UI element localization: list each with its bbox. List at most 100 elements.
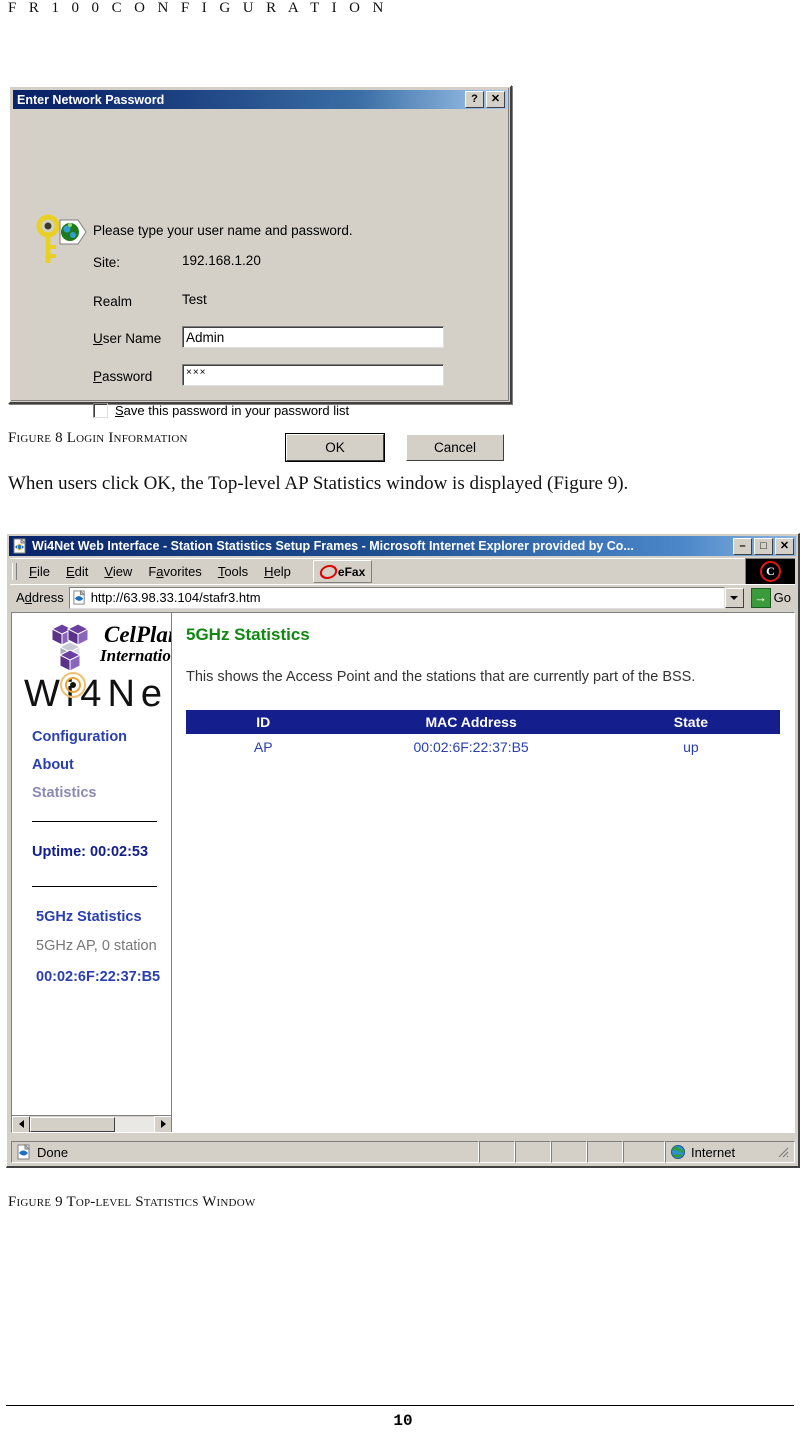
content-frame: 5GHz Statistics This shows the Access Po… xyxy=(172,613,794,1132)
dialog-title-bar: Enter Network Password ? ✕ xyxy=(13,90,507,109)
help-button[interactable]: ? xyxy=(465,91,484,108)
password-input[interactable]: ××× xyxy=(182,364,444,386)
figure-9-caption: Figure 9 Top-level Statistics Window xyxy=(8,1194,256,1210)
address-bar: Address http://63.98.33.104/stafr3.htm →… xyxy=(10,584,795,610)
brand-logo-icon: C xyxy=(760,561,781,582)
celplan-sub-wordmark: International xyxy=(100,646,171,665)
menu-item-tools[interactable]: Tools xyxy=(210,562,256,581)
efax-label: eFax xyxy=(337,564,366,579)
status-text: Done xyxy=(37,1144,69,1160)
celplan-wordmark: CelPlan xyxy=(104,622,171,647)
left-frame-scrollbar[interactable] xyxy=(12,1115,171,1132)
dialog-prompt: Please type your user name and password. xyxy=(93,223,353,238)
maximize-button[interactable]: □ xyxy=(754,537,773,555)
station-statistics-table: ID MAC Address State AP 00:02:6F:22:37:B… xyxy=(186,710,780,760)
running-head: F R 1 0 0 C O N F I G U R A T I O N xyxy=(8,0,388,16)
page-status-icon xyxy=(17,1144,31,1160)
close-icon[interactable]: ✕ xyxy=(775,537,794,555)
uptime-text: Uptime: 00:02:53 xyxy=(32,844,149,860)
sidebar-divider-2 xyxy=(32,886,157,887)
go-button[interactable]: → Go xyxy=(750,587,791,608)
chevron-right-icon xyxy=(160,1120,166,1128)
cell-state: up xyxy=(683,739,699,756)
chevron-down-icon xyxy=(730,595,739,600)
efax-button[interactable]: eFax xyxy=(312,560,373,583)
browser-title-text: Wi4Net Web Interface - Station Statistic… xyxy=(32,539,634,553)
page-favicon-icon xyxy=(73,590,86,605)
menu-item-favorites[interactable]: Favorites xyxy=(140,562,209,581)
status-pane-1 xyxy=(479,1141,515,1163)
left-nav-frame: CelPlan International Wi4Ne Configuratio… xyxy=(12,613,172,1132)
sidebar-section-heading: 5GHz Statistics xyxy=(36,909,142,925)
checkbox-box[interactable] xyxy=(93,403,108,418)
resize-grip-icon[interactable] xyxy=(776,1145,790,1159)
celplan-cube-logo-icon xyxy=(51,623,89,672)
username-input[interactable]: Admin xyxy=(182,326,444,348)
realm-value: Test xyxy=(182,292,207,307)
scroll-left-button[interactable] xyxy=(12,1115,30,1132)
menu-item-file[interactable]: File xyxy=(21,562,58,581)
status-message: Done xyxy=(11,1141,479,1163)
body-paragraph: When users click OK, the Top-level AP St… xyxy=(8,473,629,494)
security-zone[interactable]: Internet xyxy=(665,1141,795,1163)
table-header-row: ID MAC Address State xyxy=(186,710,780,735)
minimize-button[interactable]: – xyxy=(733,537,752,555)
sidebar-section-subtext: 5GHz AP, 0 station xyxy=(36,938,157,954)
save-password-checkbox[interactable]: Save this password in your password list xyxy=(93,403,349,418)
logo-area: CelPlan International Wi4Ne xyxy=(12,613,171,723)
page-number: 10 xyxy=(393,1412,413,1430)
sidebar-item-statistics[interactable]: Statistics xyxy=(32,779,171,807)
page-description: This shows the Access Point and the stat… xyxy=(186,669,696,685)
scroll-right-button[interactable] xyxy=(154,1115,171,1132)
column-header-state: State xyxy=(601,710,780,735)
menu-grip-handle[interactable] xyxy=(12,563,17,580)
sidebar-item-configuration[interactable]: Configuration xyxy=(32,723,171,751)
sidebar-mac-link[interactable]: 00:02:6F:22:37:B5 xyxy=(36,969,171,985)
sidebar-item-about[interactable]: About xyxy=(32,751,171,779)
browser-window: Wi4Net Web Interface - Station Statistic… xyxy=(6,533,800,1168)
wireless-signal-icon xyxy=(60,672,86,698)
page-viewport: CelPlan International Wi4Ne Configuratio… xyxy=(11,612,795,1133)
menu-item-edit[interactable]: Edit xyxy=(58,562,96,581)
address-label: Address xyxy=(16,590,64,605)
go-arrow-icon: → xyxy=(750,587,771,608)
ie-page-icon xyxy=(13,538,27,554)
status-pane-5 xyxy=(623,1141,665,1163)
efax-icon xyxy=(318,564,339,579)
cell-mac: 00:02:6F:22:37:B5 xyxy=(413,739,529,756)
status-pane-4 xyxy=(587,1141,623,1163)
address-text: http://63.98.33.104/stafr3.htm xyxy=(90,590,261,605)
cell-id: AP xyxy=(253,739,273,756)
site-label: Site: xyxy=(93,255,121,270)
scrollbar-track[interactable] xyxy=(115,1116,154,1132)
chevron-left-icon xyxy=(18,1120,24,1128)
column-header-mac: MAC Address xyxy=(340,710,602,735)
realm-label: Realm xyxy=(93,294,133,309)
status-pane-3 xyxy=(551,1141,587,1163)
key-globe-icon xyxy=(36,214,87,263)
address-input[interactable]: http://63.98.33.104/stafr3.htm xyxy=(68,586,725,609)
menu-item-view[interactable]: View xyxy=(96,562,140,581)
menu-item-help[interactable]: Help xyxy=(256,562,299,581)
close-icon[interactable]: ✕ xyxy=(486,91,505,108)
menu-bar: File Edit View Favorites Tools Help eFax xyxy=(10,558,795,584)
page-title: 5GHz Statistics xyxy=(186,625,310,644)
go-label: Go xyxy=(773,590,791,605)
status-bar: Done Internet xyxy=(11,1141,795,1163)
password-label: Password xyxy=(93,369,153,384)
username-label: User Name xyxy=(93,331,162,346)
scrollbar-thumb[interactable] xyxy=(30,1116,115,1132)
wi4net-wordmark: Wi4Ne xyxy=(24,673,169,715)
ok-button[interactable]: OK xyxy=(285,433,385,462)
figure-8-caption: Figure 8 Login Information xyxy=(8,430,188,446)
browser-title-bar: Wi4Net Web Interface - Station Statistic… xyxy=(9,536,796,556)
login-dialog: Enter Network Password ? ✕ Please type y… xyxy=(8,85,512,462)
sidebar-divider-1 xyxy=(32,821,157,822)
site-value: 192.168.1.20 xyxy=(182,253,261,268)
brand-logo-area: C xyxy=(745,558,795,584)
address-dropdown-button[interactable] xyxy=(724,587,744,608)
footer-divider xyxy=(6,1405,794,1406)
column-header-id: ID xyxy=(186,710,341,735)
zone-text: Internet xyxy=(691,1144,736,1160)
cancel-button[interactable]: Cancel xyxy=(406,434,504,461)
